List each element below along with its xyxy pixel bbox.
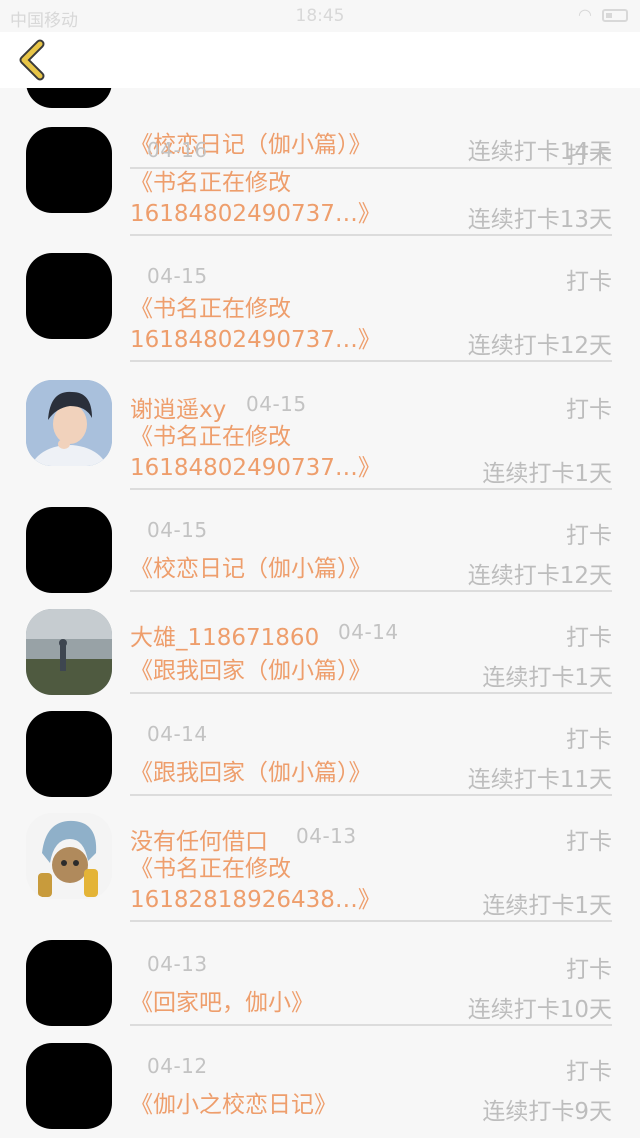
streak-count: 连续打卡12天 (467, 333, 612, 359)
avatar-photo[interactable] (26, 380, 112, 466)
book-title[interactable]: 《伽小之校恋日记》 (130, 1090, 430, 1121)
avatar-photo[interactable] (26, 813, 112, 899)
date-label: 04-13 (147, 952, 208, 976)
streak-count: 连续打卡12天 (467, 563, 612, 589)
author-name[interactable]: 谢逍遥xy (130, 390, 226, 424)
divider (130, 1024, 612, 1026)
chevron-left-icon (19, 39, 45, 81)
clock: 18:45 (295, 6, 345, 26)
checkin-label: 打卡 (566, 829, 612, 855)
divider (130, 590, 612, 592)
checkin-label: 打卡 (566, 957, 612, 983)
date-label: 04-15 (147, 264, 208, 288)
date-label: 04-12 (147, 1054, 208, 1078)
wifi-icon: ◠ (578, 5, 592, 24)
date-label: 04-15 (246, 392, 307, 416)
avatar[interactable] (26, 253, 112, 339)
divider (130, 360, 612, 362)
avatar[interactable] (26, 507, 112, 593)
book-title[interactable]: 《回家吧，伽小》 (130, 988, 430, 1019)
book-title[interactable]: 《书名正在修改 16184802490737…》 (130, 294, 450, 356)
author-name[interactable]: 没有任何借口 (130, 822, 268, 856)
book-title[interactable]: 《书名正在修改 16184802490737…》 (130, 422, 450, 484)
streak-count: 连续打卡9天 (482, 1099, 612, 1125)
avatar[interactable] (26, 940, 112, 1026)
divider (130, 488, 612, 490)
streak-count: 连续打卡13天 (467, 207, 612, 233)
book-title[interactable]: 《书名正在修改 16182818926438…》 (130, 854, 450, 916)
avatar[interactable] (26, 711, 112, 797)
battery-icon (602, 9, 628, 22)
divider (130, 234, 612, 236)
date-label: 04-13 (296, 824, 357, 848)
divider (130, 920, 612, 922)
checkin-label: 打卡 (566, 1059, 612, 1085)
book-title[interactable]: 《跟我回家（伽小篇）》 (130, 758, 460, 789)
status-bar: 中国移动 18:45 ◠ (0, 0, 640, 32)
book-title[interactable]: 《校恋日记（伽小篇）》 (130, 554, 460, 585)
checkin-list: 《校恋日记（伽小篇）》 连续打卡14天 04-16 打卡 《书名正在修改 161… (0, 0, 640, 1138)
divider (130, 692, 612, 694)
date-label: 04-14 (147, 722, 208, 746)
checkin-label: 打卡 (566, 523, 612, 549)
avatar[interactable] (26, 127, 112, 213)
streak-count: 连续打卡1天 (482, 461, 612, 487)
nav-bar (0, 32, 640, 88)
checkin-label: 打卡 (566, 397, 612, 423)
streak-count: 连续打卡1天 (482, 893, 612, 919)
book-title[interactable]: 《书名正在修改 16184802490737…》 (130, 168, 450, 230)
checkin-label: 打卡 (566, 269, 612, 295)
streak-count: 连续打卡1天 (482, 665, 612, 691)
checkin-label: 打卡 (566, 727, 612, 753)
date-label: 04-15 (147, 518, 208, 542)
book-title[interactable]: 《跟我回家（伽小篇）》 (130, 656, 460, 687)
avatar[interactable] (26, 1043, 112, 1129)
streak-count: 连续打卡10天 (467, 997, 612, 1023)
author-name[interactable]: 大雄_118671860 (130, 618, 319, 652)
date-label: 04-14 (338, 620, 399, 644)
back-button[interactable] (10, 36, 58, 84)
avatar-photo[interactable] (26, 609, 112, 695)
date-label: 04-16 (147, 138, 208, 162)
checkin-label: 打卡 (566, 143, 612, 169)
streak-count: 连续打卡11天 (467, 767, 612, 793)
checkin-label: 打卡 (566, 625, 612, 651)
divider (130, 794, 612, 796)
